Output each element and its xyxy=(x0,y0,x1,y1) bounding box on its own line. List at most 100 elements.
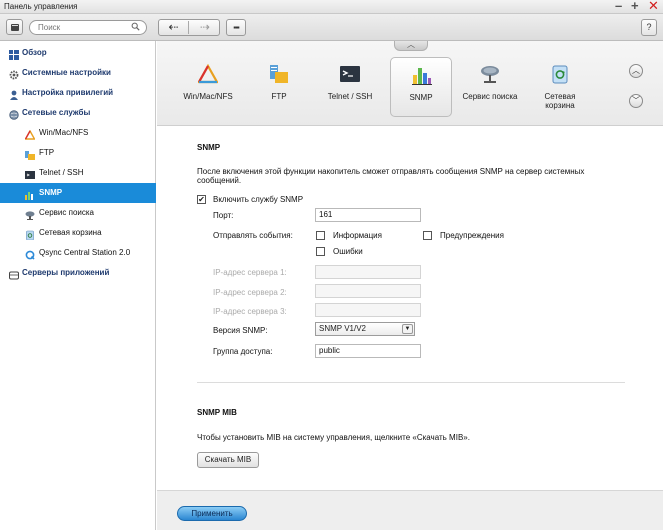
event-errors-label: Ошибки xyxy=(333,247,363,256)
minimize-button[interactable]: – xyxy=(615,0,622,12)
server3-label: IP-адрес сервера 3: xyxy=(213,307,287,316)
event-errors-checkbox[interactable] xyxy=(316,247,325,256)
sidebar-item-network-services[interactable]: Сетевые службы xyxy=(0,103,156,123)
tab-telnet-ssh[interactable]: Telnet / SSH xyxy=(319,57,381,117)
gear-icon xyxy=(9,68,19,80)
collapse-tab-button[interactable]: ︿ xyxy=(394,41,428,51)
satellite-dish-icon xyxy=(480,64,500,84)
apps-grid-button[interactable]: ▪▪▪ xyxy=(226,19,246,36)
sidebar-item-privileges[interactable]: Настройка привилегий xyxy=(0,83,156,103)
tab-recycle-bin[interactable]: Сетевая корзина xyxy=(529,57,591,117)
sidebar-item-label: Qsync Central Station 2.0 xyxy=(39,248,131,257)
bar-chart-icon xyxy=(25,188,35,200)
download-mib-button[interactable]: Скачать MIB xyxy=(197,452,259,468)
server1-label: IP-адрес сервера 1: xyxy=(213,268,287,277)
tab-search-service[interactable]: Сервис поиска xyxy=(459,57,521,117)
sidebar: Обзор Системные настройки Настройка прив… xyxy=(0,41,156,530)
snmp-version-value: SNMP V1/V2 xyxy=(319,324,366,333)
search-input[interactable] xyxy=(38,22,128,33)
search-box[interactable] xyxy=(29,20,147,35)
sidebar-item-label: Обзор xyxy=(22,48,47,57)
qsync-icon xyxy=(25,248,35,260)
sidebar-item-label: Сетевые службы xyxy=(22,108,91,117)
service-icon-bar: ︿ Win/Mac/NFS FTP Telnet / SSH SNMP Серв… xyxy=(157,41,663,126)
terminal-icon xyxy=(25,168,35,179)
chevron-down-icon[interactable]: ▼ xyxy=(402,324,413,334)
events-label: Отправлять события: xyxy=(213,231,293,240)
event-info-label: Информация xyxy=(333,231,382,240)
tab-label: SNMP xyxy=(409,93,433,102)
sidebar-item-telnet-ssh[interactable]: Telnet / SSH xyxy=(0,163,156,183)
maximize-button[interactable]: + xyxy=(631,0,639,12)
tab-snmp[interactable]: SNMP xyxy=(390,57,452,117)
enable-snmp-checkbox[interactable]: ✔ xyxy=(197,195,206,204)
access-group-input[interactable]: public xyxy=(315,344,421,358)
toolbar: ⇠ ⇢ ▪▪▪ ? xyxy=(0,14,663,41)
ftp-folder-icon xyxy=(25,148,35,160)
event-warnings-label: Предупреждения xyxy=(440,231,504,240)
apply-button[interactable]: Применить xyxy=(177,506,247,521)
sidebar-item-label: Win/Mac/NFS xyxy=(39,128,89,137)
tab-label: Сетевая корзина xyxy=(544,92,576,110)
search-icon[interactable] xyxy=(131,22,140,33)
sidebar-item-ftp[interactable]: FTP xyxy=(0,143,156,163)
triangle-icon xyxy=(24,128,36,140)
terminal-icon xyxy=(340,64,360,84)
sidebar-item-overview[interactable]: Обзор xyxy=(0,43,156,63)
sidebar-item-label: Сервис поиска xyxy=(39,208,94,217)
recycle-bin-icon xyxy=(550,64,570,84)
access-group-label: Группа доступа: xyxy=(213,347,273,356)
server2-label: IP-адрес сервера 2: xyxy=(213,288,287,297)
globe-icon xyxy=(9,108,19,120)
sidebar-item-search-service[interactable]: Сервис поиска xyxy=(0,203,156,223)
sidebar-item-label: SNMP xyxy=(39,188,63,197)
snmp-mib-heading: SNMP MIB xyxy=(197,408,237,417)
sidebar-item-label: Telnet / SSH xyxy=(39,168,84,177)
server3-input[interactable] xyxy=(315,303,421,317)
server1-input[interactable] xyxy=(315,265,421,279)
tab-label: FTP xyxy=(271,92,287,101)
tab-label: Win/Mac/NFS xyxy=(183,92,233,101)
tab-win-mac-nfs[interactable]: Win/Mac/NFS xyxy=(177,57,239,117)
help-button[interactable]: ? xyxy=(641,19,657,36)
sidebar-item-label: Сетевая корзина xyxy=(39,228,102,237)
menu-icon[interactable] xyxy=(6,19,23,35)
navigation-buttons: ⇠ ⇢ xyxy=(158,19,220,36)
sidebar-item-label: Серверы приложений xyxy=(22,268,110,277)
sidebar-item-label: Настройка привилегий xyxy=(22,88,114,97)
snmp-mib-description: Чтобы установить MIB на систему управлен… xyxy=(197,433,470,442)
snmp-version-select[interactable]: SNMP V1/V2 ▼ xyxy=(315,322,415,336)
sidebar-item-system-settings[interactable]: Системные настройки xyxy=(0,63,156,83)
port-label: Порт: xyxy=(213,211,234,220)
server2-input[interactable] xyxy=(315,284,421,298)
scroll-down-button[interactable]: ﹀ xyxy=(629,94,643,108)
sidebar-item-label: Системные настройки xyxy=(22,68,111,77)
close-button[interactable]: ✕ xyxy=(648,0,659,12)
sidebar-item-win-mac-nfs[interactable]: Win/Mac/NFS xyxy=(0,123,156,143)
enable-snmp-label: Включить службу SNMP xyxy=(213,195,304,204)
tab-ftp[interactable]: FTP xyxy=(248,57,310,117)
tab-label: Telnet / SSH xyxy=(327,92,373,101)
bar-chart-icon xyxy=(412,65,432,85)
event-warnings-checkbox[interactable] xyxy=(423,231,432,240)
server-icon xyxy=(9,268,19,280)
grid-icon xyxy=(9,48,19,60)
scroll-up-button[interactable]: ︿ xyxy=(629,64,643,78)
user-icon xyxy=(9,88,19,100)
snmp-heading: SNMP xyxy=(197,143,221,152)
satellite-dish-icon xyxy=(25,208,35,220)
snmp-version-label: Версия SNMP: xyxy=(213,326,268,335)
back-button[interactable]: ⇠ xyxy=(159,21,189,34)
snmp-settings-panel: SNMP После включения этой функции накопи… xyxy=(157,127,663,490)
event-info-checkbox[interactable] xyxy=(316,231,325,240)
sidebar-item-app-servers[interactable]: Серверы приложений xyxy=(0,263,156,283)
sidebar-item-qsync[interactable]: Qsync Central Station 2.0 xyxy=(0,243,156,263)
snmp-description: После включения этой функции накопитель … xyxy=(197,167,585,185)
forward-button[interactable]: ⇢ xyxy=(190,21,220,34)
ftp-folder-icon xyxy=(269,64,289,84)
recycle-bin-icon xyxy=(25,228,35,241)
sidebar-item-recycle-bin[interactable]: Сетевая корзина xyxy=(0,223,156,243)
title-bar: Панель управления – + ✕ xyxy=(0,0,663,14)
port-input[interactable]: 161 xyxy=(315,208,421,222)
sidebar-item-snmp[interactable]: SNMP xyxy=(0,183,156,203)
